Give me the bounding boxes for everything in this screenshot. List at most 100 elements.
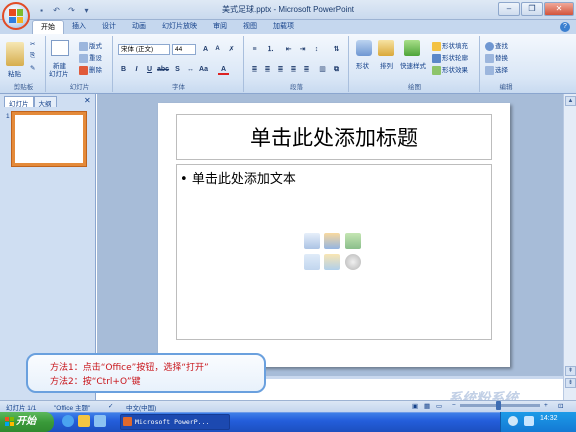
delete-button[interactable]: 删除 bbox=[79, 64, 102, 75]
increase-indent-icon[interactable]: ⇥ bbox=[297, 44, 308, 55]
insert-media-icon[interactable] bbox=[344, 253, 361, 270]
minimize-button[interactable]: – bbox=[498, 2, 520, 16]
strikethrough-icon[interactable]: abc bbox=[157, 64, 169, 75]
normal-view-icon[interactable]: ▣ bbox=[412, 402, 418, 410]
insert-picture-icon[interactable] bbox=[304, 253, 320, 270]
reset-button[interactable]: 重设 bbox=[79, 52, 102, 63]
copy-icon[interactable]: ⎘ bbox=[30, 52, 35, 60]
zoom-out-icon[interactable]: − bbox=[452, 402, 456, 409]
group-label-drawing: 绘图 bbox=[408, 84, 421, 91]
shape-fill-button[interactable]: 形状填充 bbox=[432, 40, 468, 51]
title-placeholder[interactable]: 单击此处添加标题 bbox=[176, 114, 492, 160]
format-painter-icon[interactable]: ✎ bbox=[30, 64, 35, 72]
powerpoint-app-icon bbox=[123, 417, 132, 426]
fit-window-icon[interactable]: ⊡ bbox=[558, 402, 563, 410]
insert-table-icon[interactable] bbox=[304, 233, 320, 249]
tab-view[interactable]: 视图 bbox=[235, 20, 265, 34]
insert-chart-icon[interactable] bbox=[324, 233, 341, 249]
delete-icon bbox=[79, 65, 88, 75]
clear-format-icon[interactable]: ✗ bbox=[226, 44, 237, 55]
tab-addins[interactable]: 加载项 bbox=[265, 20, 302, 34]
font-color-icon[interactable]: A bbox=[218, 64, 229, 75]
tray-network-icon[interactable] bbox=[524, 416, 534, 426]
shape-outline-button[interactable]: 形状轮廓 bbox=[432, 52, 468, 63]
shape-effects-button[interactable]: 形状效果 bbox=[432, 64, 468, 75]
font-family-select[interactable]: 宋体 (正文) bbox=[118, 44, 170, 55]
tab-design[interactable]: 设计 bbox=[94, 20, 124, 34]
font-size-select[interactable]: 44 bbox=[172, 44, 196, 55]
slide-thumbnail[interactable] bbox=[11, 111, 87, 167]
help-icon[interactable]: ? bbox=[560, 22, 570, 32]
paste-label[interactable]: 粘贴 bbox=[8, 68, 21, 78]
vertical-scrollbar[interactable]: ▲ ⇞ ⇟ bbox=[563, 94, 576, 400]
tab-review[interactable]: 审阅 bbox=[205, 20, 235, 34]
justify-icon[interactable]: ≣ bbox=[288, 64, 299, 75]
zoom-slider-knob[interactable] bbox=[496, 401, 501, 410]
replace-button[interactable]: 替换 bbox=[485, 52, 508, 63]
quick-styles-label[interactable]: 快速样式 bbox=[400, 60, 426, 70]
tab-slides-pane[interactable]: 幻灯片 bbox=[4, 96, 34, 108]
shapes-icon[interactable] bbox=[356, 40, 372, 56]
paste-icon[interactable] bbox=[6, 42, 24, 66]
next-slide-icon[interactable]: ⇟ bbox=[565, 378, 576, 388]
office-button[interactable] bbox=[2, 2, 30, 30]
slideshow-view-icon[interactable]: ▭ bbox=[436, 402, 442, 410]
shape-effects-icon bbox=[432, 65, 441, 75]
ribbon-tabs: 开始 插入 设计 动画 幻灯片放映 审阅 视图 加载项 bbox=[0, 20, 576, 34]
ie-quicklaunch-icon[interactable] bbox=[62, 415, 74, 427]
grow-font-icon[interactable]: A bbox=[200, 44, 211, 55]
desktop-quicklaunch-icon[interactable] bbox=[94, 415, 106, 427]
tab-animations[interactable]: 动画 bbox=[124, 20, 154, 34]
shrink-font-icon[interactable]: A bbox=[212, 44, 223, 55]
tab-slideshow[interactable]: 幻灯片放映 bbox=[154, 20, 205, 34]
select-button[interactable]: 选择 bbox=[485, 64, 508, 75]
shadow-icon[interactable]: S bbox=[172, 64, 183, 75]
sorter-view-icon[interactable]: ▦ bbox=[424, 402, 430, 410]
numbering-icon[interactable]: ⒈ bbox=[265, 44, 276, 55]
arrange-label[interactable]: 排列 bbox=[380, 60, 393, 70]
instruction-callout: 方法1：点击“Office”按钮，选择“打开” 方法2：按“Ctrl+O”键 bbox=[26, 353, 266, 393]
decrease-indent-icon[interactable]: ⇤ bbox=[283, 44, 294, 55]
cut-icon[interactable]: ✂ bbox=[30, 40, 35, 48]
columns-icon[interactable]: ▥ bbox=[317, 64, 328, 75]
spellcheck-icon[interactable]: ✓ bbox=[108, 402, 113, 410]
smartart-icon[interactable]: ⧉ bbox=[331, 64, 342, 75]
restore-button[interactable]: ❐ bbox=[521, 2, 543, 16]
prev-slide-icon[interactable]: ⇞ bbox=[565, 366, 576, 376]
layout-button[interactable]: 版式 bbox=[79, 40, 102, 51]
close-button[interactable]: ✕ bbox=[544, 2, 574, 16]
tray-help-icon[interactable] bbox=[508, 416, 518, 426]
new-slide-icon[interactable] bbox=[51, 40, 69, 56]
insert-clipart-icon[interactable] bbox=[324, 253, 341, 270]
group-slides: 新建 幻灯片 版式 重设 删除 幻灯片 bbox=[47, 36, 113, 92]
layout-label: 版式 bbox=[89, 43, 102, 50]
text-direction-icon[interactable]: ⇅ bbox=[331, 44, 342, 55]
taskbar-item-powerpoint[interactable]: Microsoft PowerP... bbox=[120, 414, 230, 430]
folder-quicklaunch-icon[interactable] bbox=[78, 415, 90, 427]
new-slide-label-2[interactable]: 幻灯片 bbox=[49, 68, 69, 78]
tab-insert[interactable]: 插入 bbox=[64, 20, 94, 34]
distribute-icon[interactable]: ≣ bbox=[301, 64, 312, 75]
shapes-label[interactable]: 形状 bbox=[356, 60, 369, 70]
char-spacing-icon[interactable]: ↔ bbox=[185, 64, 196, 75]
line-spacing-icon[interactable]: ↕ bbox=[311, 44, 322, 55]
bullets-icon[interactable]: ≡ bbox=[249, 44, 260, 55]
zoom-in-icon[interactable]: + bbox=[544, 402, 548, 409]
underline-icon[interactable]: U bbox=[144, 64, 155, 75]
tab-outline-pane[interactable]: 大纲 bbox=[33, 96, 57, 108]
quick-styles-icon[interactable] bbox=[404, 40, 420, 56]
arrange-icon[interactable] bbox=[378, 40, 394, 56]
align-right-icon[interactable]: ≣ bbox=[275, 64, 286, 75]
group-editing: 查找 替换 选择 编辑 bbox=[481, 36, 531, 92]
align-center-icon[interactable]: ≣ bbox=[262, 64, 273, 75]
tab-home[interactable]: 开始 bbox=[32, 20, 64, 34]
italic-icon[interactable]: I bbox=[131, 64, 142, 75]
align-left-icon[interactable]: ≣ bbox=[249, 64, 260, 75]
scroll-up-icon[interactable]: ▲ bbox=[565, 96, 576, 106]
bold-icon[interactable]: B bbox=[118, 64, 129, 75]
find-button[interactable]: 查找 bbox=[485, 40, 508, 51]
change-case-icon[interactable]: Aa bbox=[198, 64, 209, 75]
close-pane-icon[interactable]: ✕ bbox=[84, 96, 91, 105]
insert-smartart-icon[interactable] bbox=[344, 233, 361, 249]
reset-icon bbox=[79, 53, 88, 63]
